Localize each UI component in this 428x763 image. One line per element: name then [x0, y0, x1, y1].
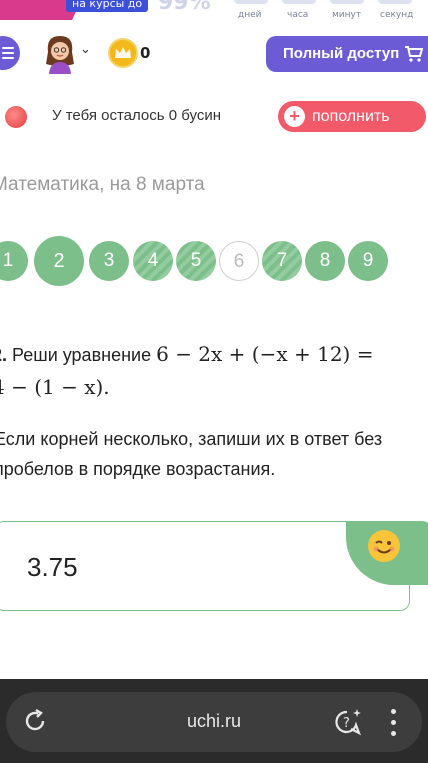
- crown-coin-icon: [108, 38, 138, 68]
- more-options-icon[interactable]: [390, 709, 398, 737]
- lesson-title: Математика, на 8 марта: [0, 174, 205, 195]
- step-6[interactable]: 6: [219, 241, 259, 281]
- step-label: 4: [147, 250, 159, 271]
- winking-smiley-icon: [368, 530, 400, 562]
- promo-tag: на курсы до: [66, 0, 149, 12]
- answer-value: 3.75: [27, 552, 78, 582]
- step-2[interactable]: 2: [34, 236, 84, 286]
- menu-icon-line: [2, 47, 14, 49]
- task-equation-part2: 4 − (1 − x).: [0, 375, 110, 399]
- step-label: 9: [362, 250, 374, 271]
- timer-label-hours: часа: [287, 10, 309, 20]
- timer-seconds-box: [378, 0, 412, 4]
- step-8[interactable]: 8: [305, 241, 345, 281]
- step-label: 2: [53, 250, 65, 272]
- promo-banner[interactable]: на курсы до 99% дней часа минут секунд: [0, 0, 428, 26]
- step-label: 7: [276, 250, 288, 271]
- task-statement: 2. Реши уравнение 6 − 2x + (−x + 12) = 4…: [0, 338, 428, 404]
- refill-button[interactable]: + пополнить: [278, 101, 426, 132]
- task-equation-part1: 6 − 2x + (−x + 12) =: [156, 342, 374, 366]
- step-7[interactable]: 7: [262, 241, 302, 281]
- timer-days-box: [234, 0, 268, 4]
- step-9[interactable]: 9: [348, 241, 388, 281]
- step-label: 3: [103, 250, 115, 271]
- timer-label-minutes: минут: [332, 10, 362, 20]
- task-number: 2.: [0, 345, 8, 365]
- girl-avatar-icon: [46, 36, 74, 74]
- step-label: 6: [233, 251, 245, 272]
- chevron-down-icon[interactable]: ⌄: [80, 42, 91, 57]
- full-access-label: Полный доступ: [283, 45, 400, 62]
- menu-button[interactable]: [0, 36, 20, 70]
- plus-icon: +: [284, 106, 305, 127]
- refill-label: пополнить: [312, 108, 390, 125]
- step-label: 5: [190, 250, 202, 271]
- svg-text:?: ?: [343, 716, 350, 731]
- step-3[interactable]: 3: [89, 241, 129, 281]
- cart-icon: [405, 46, 423, 62]
- timer-minutes-box: [330, 0, 364, 4]
- task-hint: Если корней несколько, запиши их в ответ…: [0, 429, 383, 479]
- full-access-button[interactable]: Полный доступ: [266, 36, 428, 72]
- avatar[interactable]: [44, 34, 76, 74]
- timer-hours-box: [282, 0, 316, 4]
- timer-label-seconds: секунд: [380, 10, 414, 20]
- beads-remaining-text: У тебя осталось 0 бусин: [52, 107, 222, 124]
- promo-percent-fragment: 99%: [158, 0, 211, 15]
- step-5[interactable]: 5: [176, 241, 216, 281]
- bead-icon: [5, 106, 27, 128]
- step-label: 1: [2, 250, 14, 271]
- step-1[interactable]: 1: [0, 241, 28, 281]
- timer-label-days: дней: [238, 10, 262, 20]
- coin-count: 0: [140, 44, 151, 62]
- ai-assistant-icon[interactable]: ?: [333, 707, 365, 737]
- step-label: 8: [319, 250, 331, 271]
- menu-icon-line: [2, 52, 14, 54]
- task-prompt: Реши уравнение: [12, 345, 152, 365]
- step-4[interactable]: 4: [133, 241, 173, 281]
- menu-icon-line: [2, 57, 14, 59]
